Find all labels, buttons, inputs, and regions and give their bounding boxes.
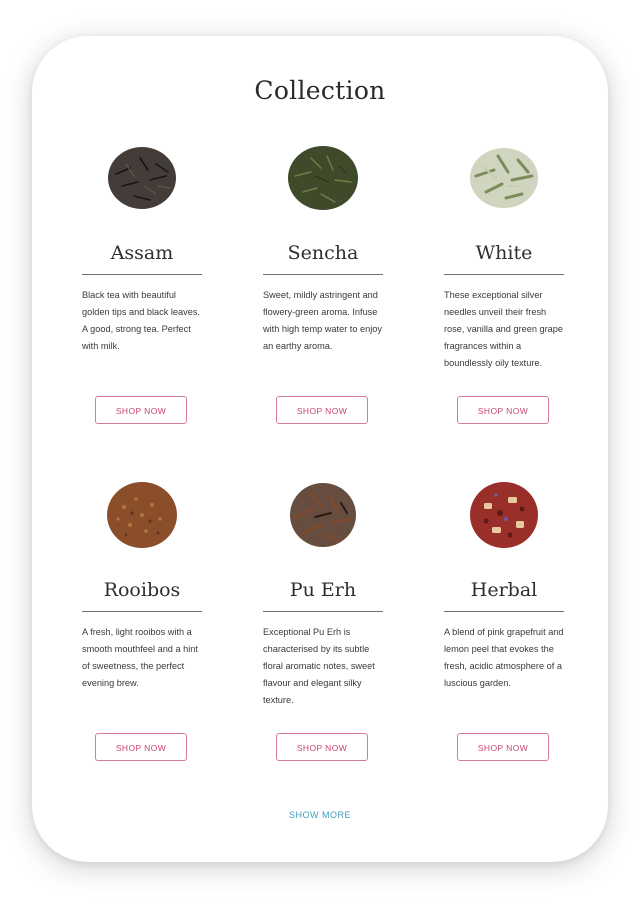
- shop-now-button-assam[interactable]: SHOP NOW: [95, 396, 187, 424]
- page: Collection Assam Black tea with beautifu…: [0, 0, 640, 906]
- shop-now-button-sencha[interactable]: SHOP NOW: [276, 396, 368, 424]
- product-name: Assam: [110, 242, 174, 264]
- pu-erh-tea-icon: [281, 473, 365, 557]
- dark-tea-leaves-icon: [100, 136, 184, 220]
- product-name: White: [475, 242, 533, 264]
- product-description: Exceptional Pu Erh is characterised by i…: [263, 627, 375, 705]
- product-name: Herbal: [470, 579, 538, 601]
- divider: [82, 274, 202, 275]
- collection-card: Collection Assam Black tea with beautifu…: [32, 36, 608, 862]
- rooibos-leaves-svg: [107, 482, 177, 548]
- shop-now-button-rooibos[interactable]: SHOP NOW: [95, 733, 187, 761]
- white-tea-leaves-svg: [470, 148, 538, 208]
- shop-now-button-herbal[interactable]: SHOP NOW: [457, 733, 549, 761]
- green-tea-leaves-icon: [281, 136, 365, 220]
- product-name: Sencha: [287, 242, 359, 264]
- show-more-link[interactable]: SHOW MORE: [32, 810, 608, 820]
- product-description: A fresh, light rooibos with a smooth mou…: [82, 627, 198, 688]
- rooibos-tea-icon: [100, 473, 184, 557]
- product-description: A blend of pink grapefruit and lemon pee…: [444, 627, 564, 688]
- shop-now-button-pu-erh[interactable]: SHOP NOW: [276, 733, 368, 761]
- divider: [444, 611, 564, 612]
- product-name: Rooibos: [103, 579, 181, 601]
- shop-now-button-white[interactable]: SHOP NOW: [457, 396, 549, 424]
- silver-needle-tea-icon: [462, 136, 546, 220]
- product-description: These exceptional silver needles unveil …: [444, 290, 564, 368]
- divider: [82, 611, 202, 612]
- page-title: Collection: [254, 76, 386, 105]
- pu-erh-leaves-svg: [290, 483, 356, 547]
- assam-leaves-svg: [108, 147, 176, 209]
- divider: [444, 274, 564, 275]
- product-name: Pu Erh: [289, 579, 357, 601]
- herbal-tea-icon: [462, 473, 546, 557]
- sencha-leaves-svg: [288, 146, 358, 210]
- product-description: Sweet, mildly astringent and flowery-gre…: [263, 290, 382, 351]
- product-description: Black tea with beautiful golden tips and…: [82, 290, 200, 351]
- divider: [263, 611, 383, 612]
- herbal-blend-svg: [470, 482, 538, 548]
- divider: [263, 274, 383, 275]
